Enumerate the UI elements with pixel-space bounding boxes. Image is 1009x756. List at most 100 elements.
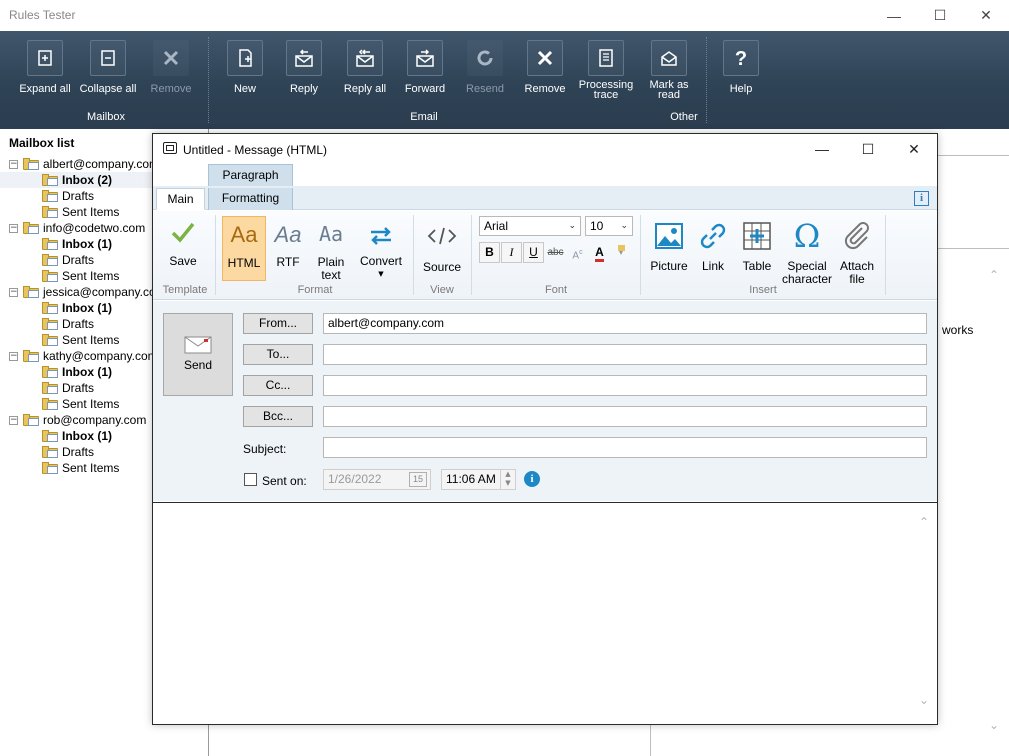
font-size-select[interactable]: 10 ⌄ — [585, 216, 633, 236]
mailbox-account[interactable]: − rob@company.com — [9, 412, 146, 428]
processing-trace-button[interactable]: Processing trace — [576, 40, 636, 101]
mail-folder-icon — [42, 430, 58, 442]
insert-link-button[interactable]: Link — [693, 217, 733, 281]
font-color-icon[interactable]: A — [589, 242, 610, 263]
strikethrough-button[interactable]: abc — [545, 242, 566, 263]
folder-drafts-label: Drafts — [62, 189, 95, 203]
scroll-down-arrow-icon[interactable]: ⌄ — [989, 718, 999, 732]
folder-sent-items[interactable]: Sent Items — [42, 396, 119, 412]
insert-table-button[interactable]: Table — [737, 217, 777, 281]
insert-picture-button[interactable]: Picture — [647, 217, 691, 281]
to-field[interactable] — [323, 344, 927, 365]
folder-drafts[interactable]: Drafts — [42, 252, 94, 268]
scroll-up-arrow-icon[interactable]: ⌃ — [919, 515, 929, 529]
bold-button[interactable]: B — [479, 242, 500, 263]
special-character-button[interactable]: Ω Special character — [781, 217, 833, 286]
collapse-toggle-icon[interactable]: − — [9, 159, 18, 169]
folder-drafts[interactable]: Drafts — [42, 188, 94, 204]
mark-as-read-button[interactable]: Mark as read — [639, 40, 699, 101]
to-button[interactable]: To... — [243, 344, 313, 365]
folder-inbox[interactable]: Inbox (1) — [42, 236, 112, 252]
folder-inbox[interactable]: Inbox (1) — [42, 364, 112, 380]
paperclip-icon — [835, 217, 879, 255]
dialog-maximize-button[interactable]: ☐ — [845, 134, 891, 164]
reply-button[interactable]: Reply — [274, 40, 334, 95]
mailbox-folder-icon — [23, 414, 39, 426]
remove-mailbox-button[interactable]: Remove — [141, 40, 201, 95]
sent-on-date-field[interactable]: 1/26/2022 15 — [323, 469, 431, 490]
italic-button[interactable]: I — [501, 242, 522, 263]
scroll-down-arrow-icon[interactable]: ⌄ — [919, 693, 929, 707]
underline-button[interactable]: U — [523, 242, 544, 263]
forward-button[interactable]: Forward — [395, 40, 455, 95]
folder-sent-items[interactable]: Sent Items — [42, 460, 119, 476]
close-button[interactable]: ✕ — [963, 0, 1009, 31]
time-spinner-icon[interactable]: ▲ ▼ — [500, 470, 515, 489]
sent-on-time-field[interactable]: 11:06 AM ▲ ▼ — [441, 469, 516, 490]
dialog-close-button[interactable]: ✕ — [891, 134, 937, 164]
reply-all-button[interactable]: Reply all — [335, 40, 395, 95]
context-tab-paragraph[interactable]: Paragraph — [208, 164, 293, 186]
from-button[interactable]: From... — [243, 313, 313, 334]
plain-text-format-button[interactable]: Aa Plain text — [310, 217, 352, 282]
collapse-toggle-icon[interactable]: − — [9, 223, 18, 233]
mailbox-account[interactable]: − kathy@company.com — [9, 348, 158, 364]
folder-sent-items[interactable]: Sent Items — [42, 268, 119, 284]
save-template-button[interactable]: Save — [159, 213, 207, 281]
scroll-up-arrow-icon[interactable]: ⌃ — [989, 268, 999, 282]
tab-formatting[interactable]: Formatting — [208, 188, 293, 210]
collapse-toggle-icon[interactable]: − — [9, 351, 18, 361]
mailbox-account[interactable]: − jessica@company.com — [9, 284, 166, 300]
mailbox-account[interactable]: − info@codetwo.com — [9, 220, 145, 236]
new-button[interactable]: New — [215, 40, 275, 95]
attach-file-button[interactable]: Attach file — [835, 217, 879, 286]
send-button[interactable]: Send — [163, 313, 233, 396]
subject-field[interactable] — [323, 437, 927, 458]
from-field[interactable]: albert@company.com — [323, 313, 927, 334]
new-icon — [227, 40, 263, 76]
folder-inbox[interactable]: Inbox (1) — [42, 300, 112, 316]
mark-as-read-label-2: read — [657, 89, 681, 101]
mailbox-account-label: kathy@company.com — [43, 349, 158, 363]
html-format-button[interactable]: Aa HTML — [222, 216, 266, 281]
collapse-all-button[interactable]: Collapse all — [78, 40, 138, 95]
folder-inbox[interactable]: Inbox (1) — [42, 428, 112, 444]
maximize-button[interactable]: ☐ — [917, 0, 963, 31]
bcc-field[interactable] — [323, 406, 927, 427]
folder-sent-items[interactable]: Sent Items — [42, 332, 119, 348]
info-icon[interactable]: i — [914, 191, 929, 206]
mail-folder-icon — [42, 190, 58, 202]
font-name-select[interactable]: Arial ⌄ — [479, 216, 581, 236]
folder-sent-items[interactable]: Sent Items — [42, 204, 119, 220]
dialog-minimize-button[interactable]: — — [799, 134, 845, 164]
folder-drafts[interactable]: Drafts — [42, 380, 94, 396]
tab-main[interactable]: Main — [156, 188, 205, 210]
dialog-tab-row: Main Formatting i — [153, 186, 937, 210]
source-label: Source — [422, 260, 462, 274]
folder-drafts[interactable]: Drafts — [42, 444, 94, 460]
resend-button[interactable]: Resend — [455, 40, 515, 95]
help-button[interactable]: ? Help — [711, 40, 771, 95]
message-body-editor[interactable]: ⌃ ⌄ — [153, 502, 937, 724]
info-circle-icon[interactable]: i — [524, 471, 540, 487]
highlight-icon[interactable] — [611, 242, 632, 263]
bcc-button[interactable]: Bcc... — [243, 406, 313, 427]
minimize-button[interactable]: — — [871, 0, 917, 31]
rtf-format-button[interactable]: Aa RTF — [268, 217, 308, 281]
mail-folder-icon — [42, 206, 58, 218]
mailbox-account[interactable]: − albert@company.com — [9, 156, 159, 172]
collapse-toggle-icon[interactable]: − — [9, 287, 18, 297]
clear-format-icon[interactable]: Ac — [567, 242, 588, 263]
mail-folder-icon — [42, 462, 58, 474]
cc-field[interactable] — [323, 375, 927, 396]
calendar-icon[interactable]: 15 — [409, 472, 427, 487]
forward-icon — [407, 40, 443, 76]
expand-all-button[interactable]: Expand all — [15, 40, 75, 95]
sent-on-checkbox[interactable] — [244, 473, 257, 486]
convert-button[interactable]: Convert ▼ — [356, 217, 406, 281]
cc-button[interactable]: Cc... — [243, 375, 313, 396]
source-button[interactable]: Source — [419, 217, 465, 281]
remove-email-button[interactable]: Remove — [515, 40, 575, 95]
collapse-toggle-icon[interactable]: − — [9, 415, 18, 425]
folder-drafts[interactable]: Drafts — [42, 316, 94, 332]
